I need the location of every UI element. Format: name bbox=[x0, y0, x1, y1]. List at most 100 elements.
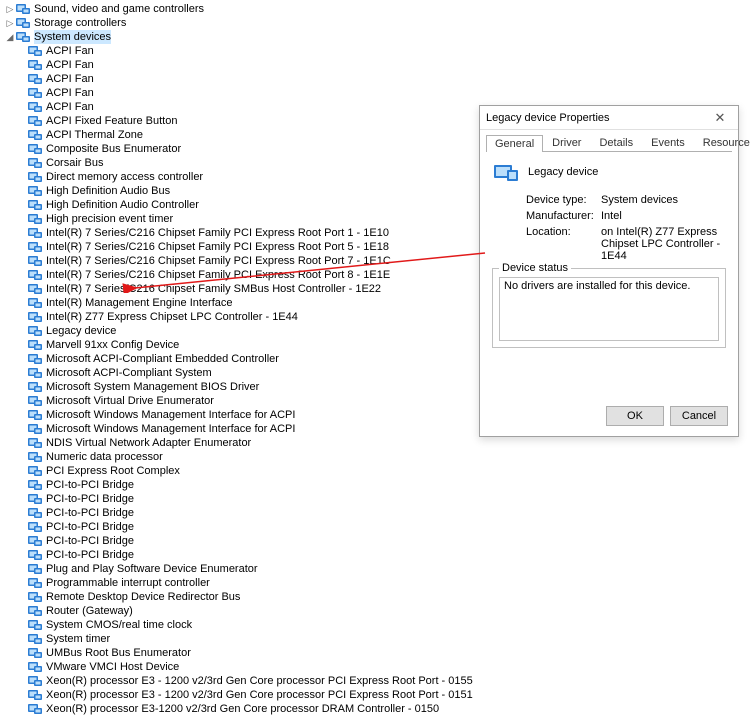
device-label: Composite Bus Enumerator bbox=[46, 142, 181, 156]
device-label: UMBus Root Bus Enumerator bbox=[46, 646, 191, 660]
category-label: System devices bbox=[34, 30, 111, 44]
device-label: Intel(R) 7 Series/C216 Chipset Family PC… bbox=[46, 268, 390, 282]
tree-category[interactable]: ▷Sound, video and game controllers bbox=[2, 2, 750, 16]
tree-device[interactable]: PCI-to-PCI Bridge bbox=[2, 492, 750, 506]
device-label: Intel(R) 7 Series/C216 Chipset Family SM… bbox=[46, 282, 381, 296]
tree-category[interactable]: ▷Storage controllers bbox=[2, 16, 750, 30]
tree-device[interactable]: ACPI Fan bbox=[2, 44, 750, 58]
device-label: Direct memory access controller bbox=[46, 170, 203, 184]
tree-device[interactable]: Plug and Play Software Device Enumerator bbox=[2, 562, 750, 576]
tree-device[interactable]: Xeon(R) processor E3 - 1200 v2/3rd Gen C… bbox=[2, 674, 750, 688]
tree-device[interactable]: UMBus Root Bus Enumerator bbox=[2, 646, 750, 660]
tree-device[interactable]: Router (Gateway) bbox=[2, 604, 750, 618]
device-label: Router (Gateway) bbox=[46, 604, 133, 618]
ok-button[interactable]: OK bbox=[606, 406, 664, 426]
tree-device[interactable]: ACPI Fan bbox=[2, 58, 750, 72]
tab-details[interactable]: Details bbox=[590, 134, 642, 151]
device-label: Intel(R) Management Engine Interface bbox=[46, 296, 233, 310]
expand-icon[interactable]: ▷ bbox=[4, 17, 16, 29]
device-label: Intel(R) 7 Series/C216 Chipset Family PC… bbox=[46, 226, 389, 240]
manufacturer-value: Intel bbox=[601, 210, 726, 222]
device-icon bbox=[28, 101, 42, 113]
device-label: VMware VMCI Host Device bbox=[46, 660, 179, 674]
device-label: Remote Desktop Device Redirector Bus bbox=[46, 590, 240, 604]
device-icon bbox=[28, 367, 42, 379]
tab-panel-general: Legacy device Device type: System device… bbox=[486, 151, 732, 354]
device-label: High precision event timer bbox=[46, 212, 173, 226]
device-icon bbox=[28, 619, 42, 631]
tree-device[interactable]: PCI Express Root Complex bbox=[2, 464, 750, 478]
device-label: ACPI Fixed Feature Button bbox=[46, 114, 177, 128]
device-icon bbox=[28, 213, 42, 225]
tree-device[interactable]: System CMOS/real time clock bbox=[2, 618, 750, 632]
location-label: Location: bbox=[526, 226, 601, 262]
location-value: on Intel(R) Z77 Express Chipset LPC Cont… bbox=[601, 226, 726, 262]
tree-device[interactable]: PCI-to-PCI Bridge bbox=[2, 534, 750, 548]
device-icon bbox=[28, 241, 42, 253]
cancel-button[interactable]: Cancel bbox=[670, 406, 728, 426]
tree-device[interactable]: Remote Desktop Device Redirector Bus bbox=[2, 590, 750, 604]
tree-device[interactable]: ACPI Fan bbox=[2, 86, 750, 100]
device-label: High Definition Audio Bus bbox=[46, 184, 170, 198]
device-status-text[interactable]: No drivers are installed for this device… bbox=[499, 277, 719, 341]
expand-icon[interactable]: ▷ bbox=[4, 3, 16, 15]
device-icon bbox=[28, 465, 42, 477]
device-label: Intel(R) Z77 Express Chipset LPC Control… bbox=[46, 310, 298, 324]
device-icon bbox=[28, 381, 42, 393]
tree-device[interactable]: PCI-to-PCI Bridge bbox=[2, 520, 750, 534]
tab-strip: GeneralDriverDetailsEventsResources bbox=[480, 130, 738, 151]
device-icon bbox=[28, 45, 42, 57]
manufacturer-label: Manufacturer: bbox=[526, 210, 601, 222]
device-icon bbox=[28, 87, 42, 99]
device-name: Legacy device bbox=[528, 166, 598, 178]
device-icon bbox=[28, 325, 42, 337]
device-icon bbox=[28, 423, 42, 435]
device-icon bbox=[28, 73, 42, 85]
tab-general[interactable]: General bbox=[486, 135, 543, 152]
device-icon bbox=[28, 437, 42, 449]
device-label: Marvell 91xx Config Device bbox=[46, 338, 179, 352]
device-label: PCI-to-PCI Bridge bbox=[46, 520, 134, 534]
tree-device[interactable]: Numeric data processor bbox=[2, 450, 750, 464]
device-label: Microsoft Virtual Drive Enumerator bbox=[46, 394, 214, 408]
device-icon bbox=[28, 661, 42, 673]
device-icon bbox=[28, 535, 42, 547]
device-label: Microsoft ACPI-Compliant Embedded Contro… bbox=[46, 352, 279, 366]
device-label: High Definition Audio Controller bbox=[46, 198, 199, 212]
category-icon bbox=[16, 31, 30, 43]
tree-device[interactable]: NDIS Virtual Network Adapter Enumerator bbox=[2, 436, 750, 450]
tree-device[interactable]: VMware VMCI Host Device bbox=[2, 660, 750, 674]
collapse-icon[interactable]: ◢ bbox=[4, 31, 16, 43]
tab-resources[interactable]: Resources bbox=[694, 134, 750, 151]
device-info: Device type: System devices Manufacturer… bbox=[526, 194, 726, 262]
tree-device[interactable]: PCI-to-PCI Bridge bbox=[2, 478, 750, 492]
device-label: ACPI Fan bbox=[46, 72, 94, 86]
device-icon bbox=[28, 507, 42, 519]
tree-category[interactable]: ◢ System devices bbox=[2, 30, 750, 44]
device-label: ACPI Fan bbox=[46, 86, 94, 100]
device-label: NDIS Virtual Network Adapter Enumerator bbox=[46, 436, 251, 450]
tab-events[interactable]: Events bbox=[642, 134, 694, 151]
device-icon bbox=[28, 199, 42, 211]
tree-device[interactable]: Xeon(R) processor E3-1200 v2/3rd Gen Cor… bbox=[2, 702, 750, 716]
close-icon[interactable]: ✕ bbox=[708, 110, 732, 126]
device-label: PCI Express Root Complex bbox=[46, 464, 180, 478]
device-icon bbox=[28, 227, 42, 239]
dialog-titlebar[interactable]: Legacy device Properties ✕ bbox=[480, 106, 738, 130]
tree-device[interactable]: ACPI Fan bbox=[2, 72, 750, 86]
tab-driver[interactable]: Driver bbox=[543, 134, 590, 151]
device-label: System timer bbox=[46, 632, 110, 646]
device-icon bbox=[28, 605, 42, 617]
tree-device[interactable]: PCI-to-PCI Bridge bbox=[2, 548, 750, 562]
device-icon bbox=[28, 395, 42, 407]
device-label: PCI-to-PCI Bridge bbox=[46, 492, 134, 506]
tree-device[interactable]: PCI-to-PCI Bridge bbox=[2, 506, 750, 520]
category-icon bbox=[16, 3, 30, 15]
device-icon bbox=[28, 157, 42, 169]
tree-device[interactable]: Programmable interrupt controller bbox=[2, 576, 750, 590]
device-icon bbox=[28, 255, 42, 267]
tree-device[interactable]: Xeon(R) processor E3 - 1200 v2/3rd Gen C… bbox=[2, 688, 750, 702]
device-icon bbox=[28, 409, 42, 421]
tree-device[interactable]: System timer bbox=[2, 632, 750, 646]
device-label: PCI-to-PCI Bridge bbox=[46, 534, 134, 548]
